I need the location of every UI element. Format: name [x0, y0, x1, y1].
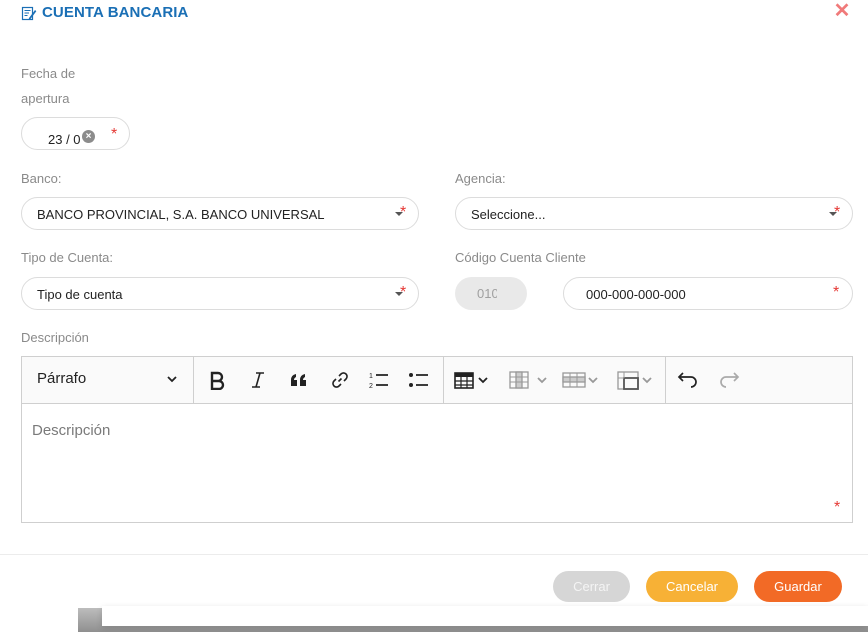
tipo-cuenta-value: Tipo de cuenta [37, 287, 123, 302]
editor-content-area[interactable]: Descripción * [22, 404, 852, 522]
italic-icon[interactable] [245, 367, 271, 393]
close-button[interactable]: Cerrar [553, 571, 630, 602]
formatting-group: 12 [194, 357, 444, 403]
modal-header: CUENTA BANCARIA [21, 4, 189, 21]
chevron-down-icon [165, 372, 179, 391]
merge-cells-icon[interactable] [616, 367, 658, 393]
bold-icon[interactable] [204, 367, 230, 393]
numbered-list-icon[interactable]: 12 [366, 367, 392, 393]
table-row-icon[interactable] [561, 367, 603, 393]
fecha-apertura-field[interactable]: 23 / 0 × * [21, 117, 130, 150]
descripcion-label: Descripción [21, 330, 89, 345]
table-group [444, 357, 666, 403]
tipo-cuenta-label: Tipo de Cuenta: [21, 250, 114, 265]
save-button[interactable]: Guardar [754, 571, 842, 602]
editor-toolbar: Párrafo 12 [22, 357, 852, 404]
paragraph-style-dropdown[interactable]: Párrafo [22, 357, 194, 403]
bank-account-modal: CUENTA BANCARIA ✕ Fecha de apertura 23 /… [0, 0, 868, 632]
required-marker: * [111, 126, 118, 143]
agencia-label: Agencia: [455, 171, 506, 186]
background-panel [102, 606, 868, 626]
banco-value: BANCO PROVINCIAL, S.A. BANCO UNIVERSAL [37, 207, 325, 222]
edit-document-icon [21, 5, 37, 21]
editor-placeholder: Descripción [32, 422, 111, 439]
codigo-prefix-value: 010 [477, 286, 497, 301]
footer-divider [0, 554, 868, 555]
blockquote-icon[interactable] [286, 367, 312, 393]
codigo-prefix-field: 010 [455, 277, 527, 310]
required-marker: * [834, 204, 841, 221]
table-icon[interactable] [454, 367, 496, 393]
paragraph-style-label: Párrafo [37, 370, 87, 387]
tipo-cuenta-select[interactable]: Tipo de cuenta * [21, 277, 419, 310]
fecha-apertura-label-line2: apertura [21, 91, 70, 106]
agencia-select[interactable]: Seleccione... * [455, 197, 853, 230]
agencia-value: Seleccione... [471, 207, 546, 222]
fecha-apertura-value: 23 / 0 [48, 132, 80, 147]
link-icon[interactable] [327, 367, 353, 393]
svg-text:1: 1 [369, 373, 373, 380]
cancel-button[interactable]: Cancelar [646, 571, 738, 602]
required-marker: * [834, 499, 841, 516]
required-marker: * [833, 284, 840, 301]
close-icon[interactable]: ✕ [833, 0, 851, 22]
banco-select[interactable]: BANCO PROVINCIAL, S.A. BANCO UNIVERSAL * [21, 197, 419, 230]
clear-date-icon[interactable]: × [82, 130, 95, 143]
redo-icon[interactable] [716, 367, 742, 393]
required-marker: * [400, 284, 407, 301]
codigo-cuenta-input[interactable]: 000-000-000-000 * [563, 277, 853, 310]
table-column-icon[interactable] [508, 367, 550, 393]
fecha-apertura-label-line1: Fecha de [21, 66, 76, 81]
svg-text:2: 2 [369, 383, 373, 390]
required-marker: * [400, 204, 407, 221]
bulleted-list-icon[interactable] [406, 367, 432, 393]
undo-icon[interactable] [675, 367, 701, 393]
banco-label: Banco: [21, 171, 62, 186]
modal-title: CUENTA BANCARIA [42, 4, 189, 21]
codigo-cuenta-label: Código Cuenta Cliente [455, 250, 586, 265]
codigo-cuenta-value: 000-000-000-000 [586, 287, 686, 302]
rich-text-editor: Párrafo 12 Descripción * [21, 356, 853, 523]
